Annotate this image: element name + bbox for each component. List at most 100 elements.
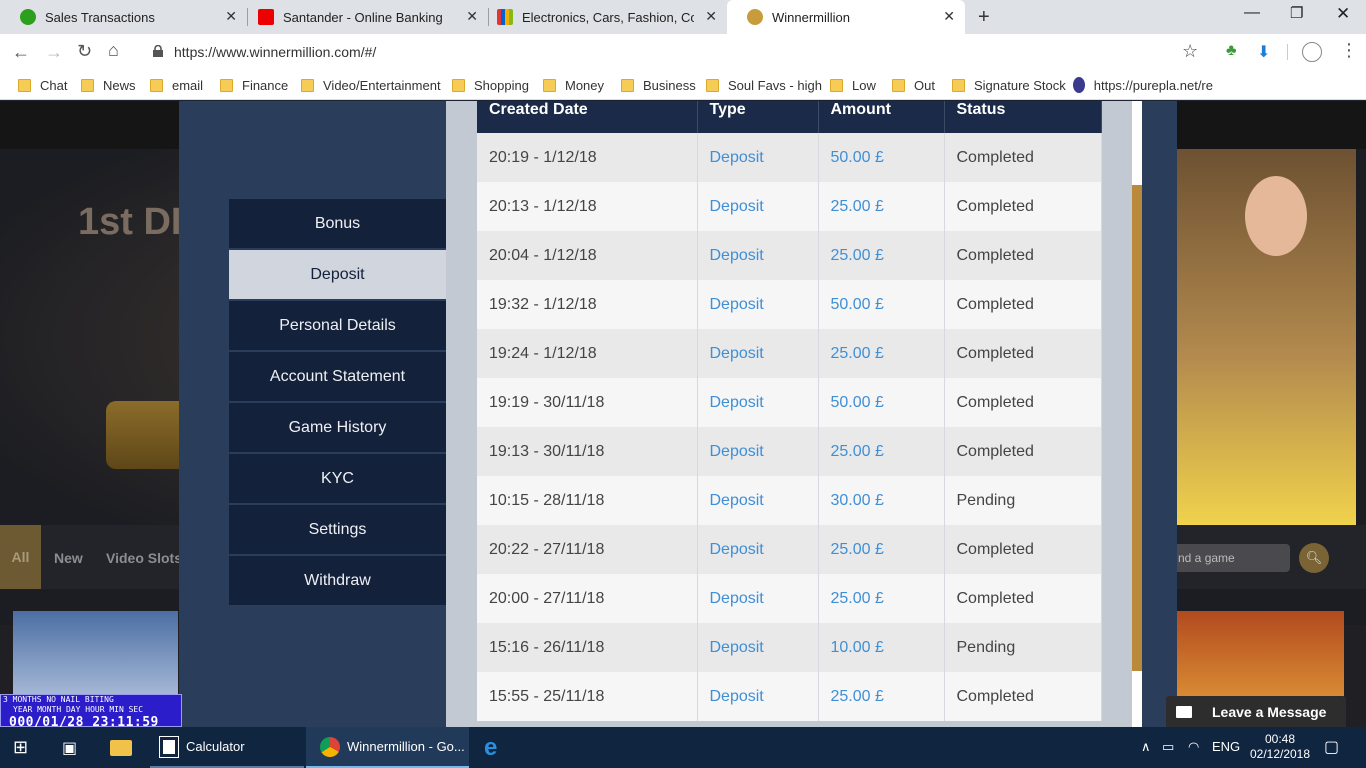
cell-date: 19:32 - 1/12/18 (477, 280, 698, 329)
url-field[interactable]: https://www.winnermillion.com/#/ (138, 40, 1204, 64)
countdown-values: 000/01/28 23:11:59 (9, 715, 159, 727)
taskbar-clock[interactable]: 00:48 02/12/2018 (1248, 732, 1312, 762)
tab-winnermillion[interactable]: Winnermillion ✕ (727, 0, 965, 34)
cell-type[interactable]: Deposit (697, 231, 819, 280)
menu-item-kyc[interactable]: KYC (229, 454, 446, 503)
bookmark-shopping[interactable]: Shopping (452, 70, 529, 100)
menu-item-deposit[interactable]: Deposit (229, 250, 446, 299)
tab-santander[interactable]: Santander - Online Banking ✕ (238, 0, 488, 34)
file-explorer-icon[interactable] (110, 727, 132, 768)
filter-new[interactable]: New (54, 550, 83, 566)
cell-amount[interactable]: 50.00 £ (818, 378, 945, 427)
windows-start-icon[interactable]: ⊞ (13, 727, 28, 768)
folder-icon (892, 78, 905, 92)
bookmark-out[interactable]: Out (892, 70, 935, 100)
taskbar-app-calculator[interactable]: Calculator (150, 727, 304, 768)
quickbooks-icon (20, 9, 36, 25)
menu-item-settings[interactable]: Settings (229, 505, 446, 554)
browser-tab-strip: Sales Transactions ✕ Santander - Online … (0, 0, 1366, 34)
tab-ebay[interactable]: Electronics, Cars, Fashion, Collect ✕ (477, 0, 727, 34)
cell-amount[interactable]: 25.00 £ (818, 329, 945, 378)
cell-amount[interactable]: 25.00 £ (818, 525, 945, 574)
bookmark-money[interactable]: Money (543, 70, 604, 100)
menu-item-game-history[interactable]: Game History (229, 403, 446, 452)
bookmark-soul-favs[interactable]: Soul Favs - high (706, 70, 822, 100)
cell-type[interactable]: Deposit (697, 623, 819, 672)
cell-amount[interactable]: 25.00 £ (818, 672, 945, 721)
table-row: 19:19 - 30/11/18 Deposit 50.00 £ Completed (477, 378, 1102, 427)
tab-title: Sales Transactions (45, 9, 155, 25)
cell-type[interactable]: Deposit (697, 525, 819, 574)
bookmark-label: Low (852, 77, 876, 93)
leave-message-button[interactable]: Leave a Message (1166, 696, 1346, 727)
bookmark-low[interactable]: Low (830, 70, 876, 100)
menu-dots-icon[interactable]: ⋮ (1340, 40, 1358, 61)
cell-type[interactable]: Deposit (697, 378, 819, 427)
close-window-button[interactable]: ✕ (1336, 4, 1350, 24)
edge-icon[interactable]: e (484, 727, 497, 768)
cell-type[interactable]: Deposit (697, 427, 819, 476)
cell-date: 20:19 - 1/12/18 (477, 133, 698, 182)
menu-item-personal-details[interactable]: Personal Details (229, 301, 446, 350)
cell-type[interactable]: Deposit (697, 476, 819, 525)
minimize-button[interactable]: — (1244, 4, 1260, 22)
cell-amount[interactable]: 25.00 £ (818, 427, 945, 476)
cell-amount[interactable]: 50.00 £ (818, 133, 945, 182)
tab-sales-transactions[interactable]: Sales Transactions ✕ (0, 0, 247, 34)
task-view-icon[interactable]: ▣ (62, 727, 77, 768)
profile-icon[interactable] (1302, 42, 1322, 62)
back-arrow-icon[interactable]: ← (12, 42, 30, 63)
bookmark-video-entertainment[interactable]: Video/Entertainment (301, 70, 441, 100)
bookmark-star-icon[interactable]: ☆ (1182, 41, 1198, 62)
download-extension-icon[interactable]: ⬇ (1257, 42, 1270, 62)
close-icon[interactable]: ✕ (225, 8, 237, 25)
game-search-input[interactable]: nd a game (1172, 544, 1290, 572)
bookmark-email[interactable]: email (150, 70, 203, 100)
bookmark-chat[interactable]: Chat (18, 70, 67, 100)
bookmark-business[interactable]: Business (621, 70, 696, 100)
wifi-icon[interactable]: ◠ (1188, 739, 1199, 755)
cell-type[interactable]: Deposit (697, 329, 819, 378)
battery-icon[interactable]: ▭ (1162, 739, 1174, 755)
menu-item-withdraw[interactable]: Withdraw (229, 556, 446, 605)
cell-amount[interactable]: 50.00 £ (818, 280, 945, 329)
cell-amount[interactable]: 30.00 £ (818, 476, 945, 525)
panel-scrollbar-thumb[interactable] (1132, 185, 1142, 671)
cell-type[interactable]: Deposit (697, 672, 819, 721)
cell-type[interactable]: Deposit (697, 133, 819, 182)
cell-amount[interactable]: 25.00 £ (818, 574, 945, 623)
menu-item-bonus[interactable]: Bonus (229, 199, 446, 248)
bookmark-signature-stock[interactable]: Signature Stock (952, 70, 1066, 100)
search-button[interactable]: 🔍︎ (1299, 543, 1329, 573)
cell-type[interactable]: Deposit (697, 182, 819, 231)
cell-type[interactable]: Deposit (697, 280, 819, 329)
bookmark-purepla[interactable]: https://purepla.net/re (1073, 70, 1213, 100)
bookmark-news[interactable]: News (81, 70, 136, 100)
maximize-button[interactable]: ❐ (1290, 4, 1303, 22)
close-icon[interactable]: ✕ (705, 8, 717, 25)
filter-video-slots[interactable]: Video Slots (106, 550, 182, 566)
cell-type[interactable]: Deposit (697, 574, 819, 623)
folder-icon (81, 78, 94, 92)
plant-extension-icon[interactable]: ♣ (1226, 42, 1237, 60)
cell-amount[interactable]: 25.00 £ (818, 231, 945, 280)
table-row: 20:13 - 1/12/18 Deposit 25.00 £ Completed (477, 182, 1102, 231)
filter-all[interactable]: All (0, 525, 41, 589)
cell-amount[interactable]: 10.00 £ (818, 623, 945, 672)
bookmark-finance[interactable]: Finance (220, 70, 288, 100)
forward-arrow-icon[interactable]: → (45, 42, 63, 63)
folder-icon (18, 78, 31, 92)
bookmark-label: Business (643, 77, 696, 93)
taskbar-app-chrome[interactable]: Winnermillion - Go... (306, 727, 469, 768)
dealer-face-image (1245, 176, 1307, 256)
close-icon[interactable]: ✕ (943, 8, 955, 25)
language-indicator[interactable]: ENG (1212, 739, 1240, 754)
cell-status: Completed (944, 672, 1102, 721)
reload-icon[interactable]: ↻ (77, 41, 92, 62)
notifications-icon[interactable]: ▢ (1324, 737, 1339, 757)
show-hidden-icons-chevron-icon[interactable]: ∧ (1141, 739, 1151, 755)
cell-amount[interactable]: 25.00 £ (818, 182, 945, 231)
menu-item-account-statement[interactable]: Account Statement (229, 352, 446, 401)
new-tab-button[interactable]: + (978, 6, 990, 29)
home-icon[interactable]: ⌂ (108, 40, 119, 61)
